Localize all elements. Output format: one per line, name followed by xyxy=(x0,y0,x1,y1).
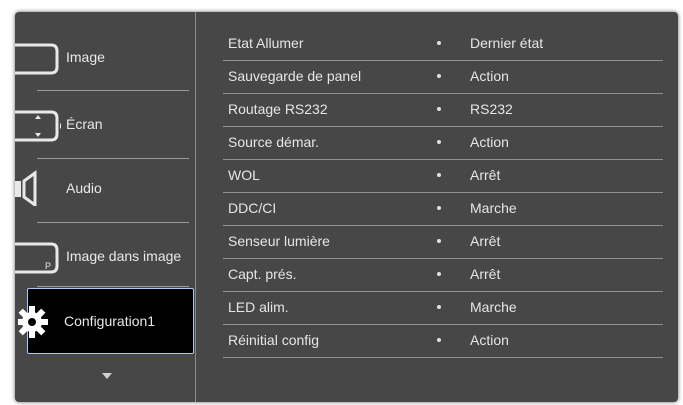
setting-value: Arrêt xyxy=(470,167,501,183)
sidebar-item-label: Image xyxy=(66,49,105,65)
setting-value: Action xyxy=(470,68,509,84)
bullet-icon xyxy=(437,206,441,210)
svg-text:P: P xyxy=(45,261,51,271)
sidebar-item-label: Image dans image xyxy=(66,248,182,264)
bullet-icon xyxy=(437,305,441,309)
setting-name: Routage RS232 xyxy=(228,101,328,117)
setting-value: Action xyxy=(470,134,509,150)
setting-row-ddc-ci[interactable]: DDC/CI Marche xyxy=(197,192,678,225)
setting-name: Etat Allumer xyxy=(228,35,304,51)
setting-row-routage-rs232[interactable]: Routage RS232 RS232 xyxy=(197,93,678,126)
bullet-icon xyxy=(437,173,441,177)
picture-in-picture-icon: P xyxy=(15,242,59,274)
setting-value: Action xyxy=(470,332,509,348)
setting-row-etat-allumer[interactable]: Etat Allumer Dernier état xyxy=(197,27,678,60)
setting-value: Marche xyxy=(470,299,517,315)
setting-value: Dernier état xyxy=(470,35,544,51)
setting-name: LED alim. xyxy=(228,299,289,315)
bullet-icon xyxy=(437,338,441,342)
setting-name: Source démar. xyxy=(228,134,320,150)
setting-value: Marche xyxy=(470,200,517,216)
osd-menu: Image Écran Audio P Image dans image Con… xyxy=(15,12,678,402)
bullet-icon xyxy=(437,239,441,243)
bullet-icon xyxy=(437,140,441,144)
setting-row-sauvegarde-de-panel[interactable]: Sauvegarde de panel Action xyxy=(197,60,678,93)
setting-name: Senseur lumière xyxy=(228,233,330,249)
setting-value: Arrêt xyxy=(470,233,501,249)
sidebar-divider xyxy=(37,222,189,223)
sidebar-divider xyxy=(37,286,189,287)
sidebar: Image Écran Audio P Image dans image Con… xyxy=(15,12,196,402)
screen-adjust-icon xyxy=(15,110,61,142)
gear-icon xyxy=(18,306,48,338)
chevron-down-icon[interactable] xyxy=(102,373,112,379)
setting-row-senseur-lumiere[interactable]: Senseur lumière Arrêt xyxy=(197,225,678,258)
bullet-icon xyxy=(437,272,441,276)
sidebar-item-ecran[interactable]: Écran xyxy=(15,94,195,154)
sidebar-item-label: Audio xyxy=(66,180,102,196)
setting-name: Sauvegarde de panel xyxy=(228,68,362,84)
setting-row-reinitial-config[interactable]: Réinitial config Action xyxy=(197,324,678,357)
setting-name: Capt. prés. xyxy=(228,266,297,282)
sidebar-item-audio[interactable]: Audio xyxy=(15,158,195,218)
row-divider xyxy=(223,357,663,358)
sidebar-item-label: Écran xyxy=(66,116,103,132)
speaker-icon xyxy=(15,170,37,206)
setting-row-source-demar[interactable]: Source démar. Action xyxy=(197,126,678,159)
sidebar-item-pip[interactable]: P Image dans image xyxy=(15,226,195,286)
sidebar-divider xyxy=(37,90,189,91)
sidebar-item-configuration1[interactable]: Configuration1 xyxy=(18,288,194,354)
image-frame-icon xyxy=(15,43,59,75)
bullet-icon xyxy=(437,41,441,45)
setting-value: RS232 xyxy=(470,101,513,117)
sidebar-item-image[interactable]: Image xyxy=(15,27,195,87)
setting-row-wol[interactable]: WOL Arrêt xyxy=(197,159,678,192)
setting-name: WOL xyxy=(228,167,260,183)
sidebar-item-label: Configuration1 xyxy=(64,313,156,329)
setting-row-led-alim[interactable]: LED alim. Marche xyxy=(197,291,678,324)
setting-row-capt-pres[interactable]: Capt. prés. Arrêt xyxy=(197,258,678,291)
bullet-icon xyxy=(437,107,441,111)
bullet-icon xyxy=(437,74,441,78)
setting-name: DDC/CI xyxy=(228,200,277,216)
setting-name: Réinitial config xyxy=(228,332,320,348)
setting-value: Arrêt xyxy=(470,266,501,282)
